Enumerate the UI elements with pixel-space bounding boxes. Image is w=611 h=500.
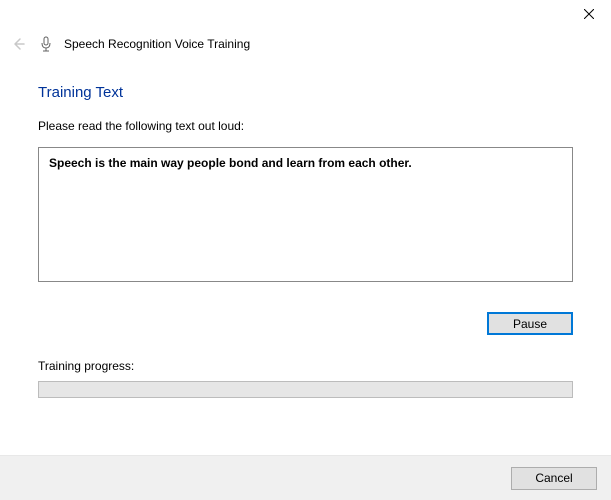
training-sentence: Speech is the main way people bond and l… (49, 156, 412, 170)
footer: Cancel (0, 455, 611, 500)
titlebar (0, 0, 611, 30)
microphone-icon (38, 36, 54, 52)
section-title: Training Text (38, 84, 573, 101)
header-row: Speech Recognition Voice Training (0, 30, 611, 54)
wizard-title: Speech Recognition Voice Training (64, 37, 250, 51)
progress-bar (38, 381, 573, 398)
arrow-left-icon (10, 36, 26, 52)
progress-label: Training progress: (38, 359, 573, 373)
pause-row: Pause (38, 312, 573, 335)
close-icon (584, 9, 594, 19)
wizard-window: Speech Recognition Voice Training Traini… (0, 0, 611, 500)
content-area: Training Text Please read the following … (0, 54, 611, 455)
close-button[interactable] (566, 0, 611, 28)
cancel-button[interactable]: Cancel (511, 467, 597, 490)
back-button (8, 34, 28, 54)
pause-button[interactable]: Pause (487, 312, 573, 335)
instruction-text: Please read the following text out loud: (38, 119, 573, 133)
training-text-box: Speech is the main way people bond and l… (38, 147, 573, 282)
